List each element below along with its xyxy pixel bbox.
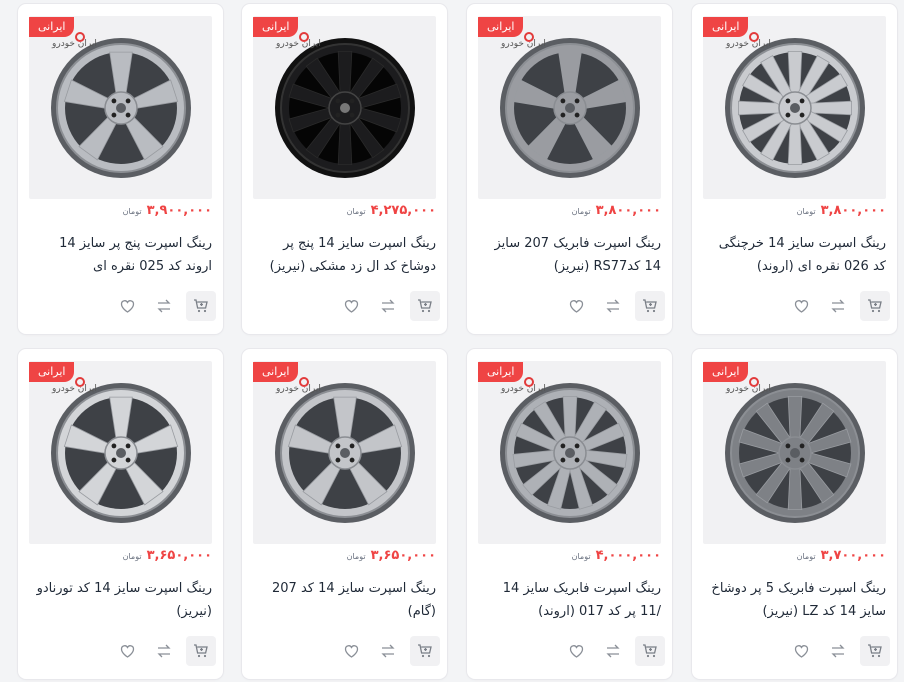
price-row: ۳,۶۵۰,۰۰۰ تومان: [347, 548, 436, 563]
compare-arrows-icon[interactable]: [374, 293, 401, 320]
add-to-cart-icon[interactable]: [410, 291, 440, 321]
compare-arrows-icon[interactable]: [824, 638, 851, 665]
product-price: ۳,۶۵۰,۰۰۰: [146, 548, 212, 563]
product-title[interactable]: رینگ اسپرت سایز 14 کد 207 (گام): [253, 577, 436, 623]
origin-badge: ایرانی: [703, 17, 749, 37]
price-row: ۳,۸۰۰,۰۰۰ تومان: [572, 203, 661, 218]
wishlist-heart-icon[interactable]: [788, 638, 815, 665]
currency-label: تومان: [122, 552, 142, 561]
compare-arrows-icon[interactable]: [150, 293, 177, 320]
compare-arrows-icon[interactable]: [374, 638, 401, 665]
product-image[interactable]: ایرانی ایران خودرو: [703, 16, 886, 199]
price-row: ۴,۰۰۰,۰۰۰ تومان: [572, 548, 661, 563]
product-actions: [114, 291, 216, 321]
add-to-cart-icon[interactable]: [635, 291, 665, 321]
origin-badge: ایرانی: [253, 362, 299, 382]
brand-logo: ایران خودرو: [501, 39, 546, 49]
wishlist-heart-icon[interactable]: [338, 293, 365, 320]
product-image[interactable]: ایرانی ایران خودرو: [478, 16, 661, 199]
product-title[interactable]: رینگ اسپرت سایز 14 خرچنگی کد 026 نقره ای…: [703, 232, 886, 278]
product-title[interactable]: رینگ اسپرت فابریک سایز 14 /11 پر کد 017 …: [478, 577, 661, 623]
wishlist-heart-icon[interactable]: [114, 638, 141, 665]
product-card[interactable]: ایرانی ایران خودرو ۳,۷۰۰,۰۰۰ تومان رینگ اسپر…: [692, 349, 897, 679]
add-to-cart-icon[interactable]: [410, 636, 440, 666]
product-actions: [563, 636, 665, 666]
origin-badge: ایرانی: [703, 362, 749, 382]
product-price: ۳,۸۰۰,۰۰۰: [820, 203, 886, 218]
price-row: ۳,۶۵۰,۰۰۰ تومان: [123, 548, 212, 563]
product-title[interactable]: رینگ اسپرت پنج پر سایز 14 اروند کد 025 ن…: [29, 232, 212, 278]
currency-label: تومان: [571, 552, 591, 561]
origin-badge: ایرانی: [29, 362, 75, 382]
wishlist-heart-icon[interactable]: [788, 293, 815, 320]
product-card[interactable]: ایرانی ایران خودرو ۳,۹۰۰,۰۰۰ تومان رینگ اسپر…: [18, 4, 223, 334]
product-card[interactable]: ایرانی ایران خودرو ۴,۲۷۵,۰۰۰ تومان رینگ اسپر…: [242, 4, 447, 334]
product-image[interactable]: ایرانی ایران خودرو: [253, 16, 436, 199]
brand-logo: ایران خودرو: [276, 39, 321, 49]
product-actions: [114, 636, 216, 666]
origin-badge: ایرانی: [253, 17, 299, 37]
price-row: ۳,۹۰۰,۰۰۰ تومان: [123, 203, 212, 218]
product-actions: [788, 291, 890, 321]
product-actions: [338, 636, 440, 666]
currency-label: تومان: [346, 552, 366, 561]
product-actions: [338, 291, 440, 321]
product-price: ۳,۹۰۰,۰۰۰: [146, 203, 212, 218]
wishlist-heart-icon[interactable]: [563, 638, 590, 665]
product-title[interactable]: رینگ اسپرت فابریک 207 سایز 14 کدRS77 (نی…: [478, 232, 661, 278]
product-card[interactable]: ایرانی ایران خودرو ۴,۰۰۰,۰۰۰ تومان رینگ اسپر…: [467, 349, 672, 679]
brand-logo: ایران خودرو: [276, 384, 321, 394]
currency-label: تومان: [346, 207, 366, 216]
product-image[interactable]: ایرانی ایران خودرو: [703, 361, 886, 544]
product-actions: [563, 291, 665, 321]
product-price: ۴,۲۷۵,۰۰۰: [370, 203, 436, 218]
product-title[interactable]: رینگ اسپرت فابریک 5 پر دوشاخ سایز 14 کد …: [703, 577, 886, 623]
wishlist-heart-icon[interactable]: [338, 638, 365, 665]
add-to-cart-icon[interactable]: [860, 636, 890, 666]
brand-logo: ایران خودرو: [726, 39, 771, 49]
brand-logo: ایران خودرو: [501, 384, 546, 394]
product-title[interactable]: رینگ اسپرت سایز 14 کد تورنادو (نیریز): [29, 577, 212, 623]
compare-arrows-icon[interactable]: [150, 638, 177, 665]
product-price: ۳,۷۰۰,۰۰۰: [820, 548, 886, 563]
wishlist-heart-icon[interactable]: [114, 293, 141, 320]
price-row: ۳,۷۰۰,۰۰۰ تومان: [797, 548, 886, 563]
add-to-cart-icon[interactable]: [860, 291, 890, 321]
currency-label: تومان: [122, 207, 142, 216]
wishlist-heart-icon[interactable]: [563, 293, 590, 320]
product-card[interactable]: ایرانی ایران خودرو ۳,۸۰۰,۰۰۰ تومان رینگ اسپر…: [467, 4, 672, 334]
origin-badge: ایرانی: [478, 362, 524, 382]
origin-badge: ایرانی: [478, 17, 524, 37]
product-card[interactable]: ایرانی ایران خودرو ۳,۶۵۰,۰۰۰ تومان رینگ اسپر…: [18, 349, 223, 679]
product-image[interactable]: ایرانی ایران خودرو: [253, 361, 436, 544]
origin-badge: ایرانی: [29, 17, 75, 37]
compare-arrows-icon[interactable]: [599, 638, 626, 665]
brand-logo: ایران خودرو: [726, 384, 771, 394]
product-image[interactable]: ایرانی ایران خودرو: [29, 361, 212, 544]
brand-logo: ایران خودرو: [52, 384, 97, 394]
product-card[interactable]: ایرانی ایران خودرو ۳,۶۵۰,۰۰۰ تومان رینگ اسپر…: [242, 349, 447, 679]
product-card[interactable]: ایرانی ایران خودرو ۳,۸۰۰,۰۰۰ تومان رینگ اسپر…: [692, 4, 897, 334]
price-row: ۴,۲۷۵,۰۰۰ تومان: [347, 203, 436, 218]
compare-arrows-icon[interactable]: [599, 293, 626, 320]
product-price: ۴,۰۰۰,۰۰۰: [595, 548, 661, 563]
product-image[interactable]: ایرانی ایران خودرو: [478, 361, 661, 544]
product-title[interactable]: رینگ اسپرت سایز 14 پنج پر دوشاخ کد ال زد…: [253, 232, 436, 278]
currency-label: تومان: [796, 207, 816, 216]
add-to-cart-icon[interactable]: [186, 291, 216, 321]
currency-label: تومان: [571, 207, 591, 216]
product-image[interactable]: ایرانی ایران خودرو: [29, 16, 212, 199]
product-price: ۳,۶۵۰,۰۰۰: [370, 548, 436, 563]
add-to-cart-icon[interactable]: [186, 636, 216, 666]
product-price: ۳,۸۰۰,۰۰۰: [595, 203, 661, 218]
compare-arrows-icon[interactable]: [824, 293, 851, 320]
brand-logo: ایران خودرو: [52, 39, 97, 49]
price-row: ۳,۸۰۰,۰۰۰ تومان: [797, 203, 886, 218]
currency-label: تومان: [796, 552, 816, 561]
product-actions: [788, 636, 890, 666]
add-to-cart-icon[interactable]: [635, 636, 665, 666]
